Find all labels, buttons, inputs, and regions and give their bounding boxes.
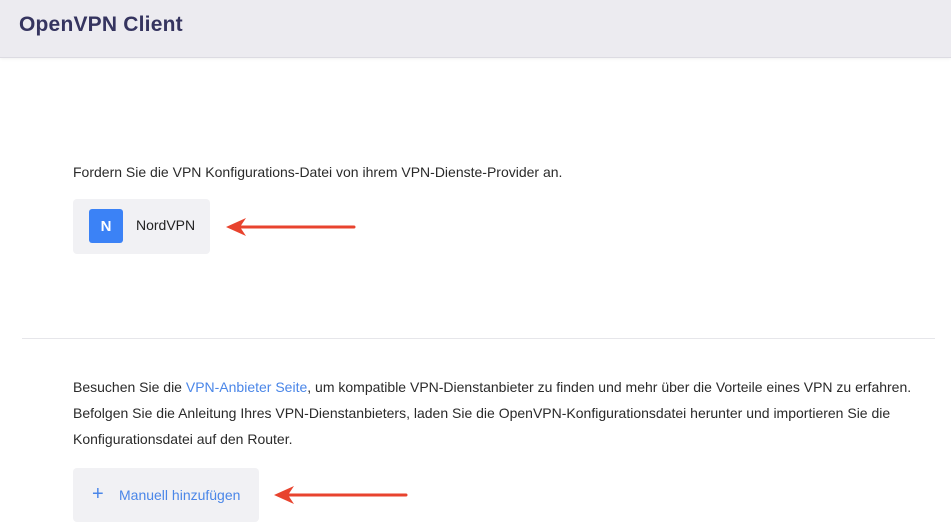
manual-add-label: Manuell hinzufügen [119,487,241,503]
plus-icon: + [92,483,104,505]
vpn-provider-page-link[interactable]: VPN-Anbieter Seite [186,379,307,395]
nordvpn-logo-icon: N [89,209,123,243]
annotation-arrow-icon [226,218,356,236]
section-divider [22,338,935,339]
info-line-1-end: , um kompatible VPN-Dienstanbieter zu fi… [307,379,912,395]
info-line-1-start: Besuchen Sie die [73,379,186,395]
info-line-2: Befolgen Sie die Anleitung Ihres VPN-Die… [73,405,891,421]
intro-text: Fordern Sie die VPN Konfigurations-Datei… [73,164,563,180]
annotation-arrow-icon [274,486,408,504]
info-paragraph: Besuchen Sie die VPN-Anbieter Seite, um … [73,374,933,452]
app-header: OpenVPN Client [0,0,951,58]
nordvpn-provider-button[interactable]: N NordVPN [73,199,210,254]
info-line-1: Besuchen Sie die VPN-Anbieter Seite, um … [73,374,933,400]
page-title: OpenVPN Client [19,13,183,36]
provider-name-label: NordVPN [136,217,196,233]
manual-add-button[interactable]: + Manuell hinzufügen [73,468,259,522]
info-line-3: Konfigurationsdatei auf den Router. [73,431,293,447]
